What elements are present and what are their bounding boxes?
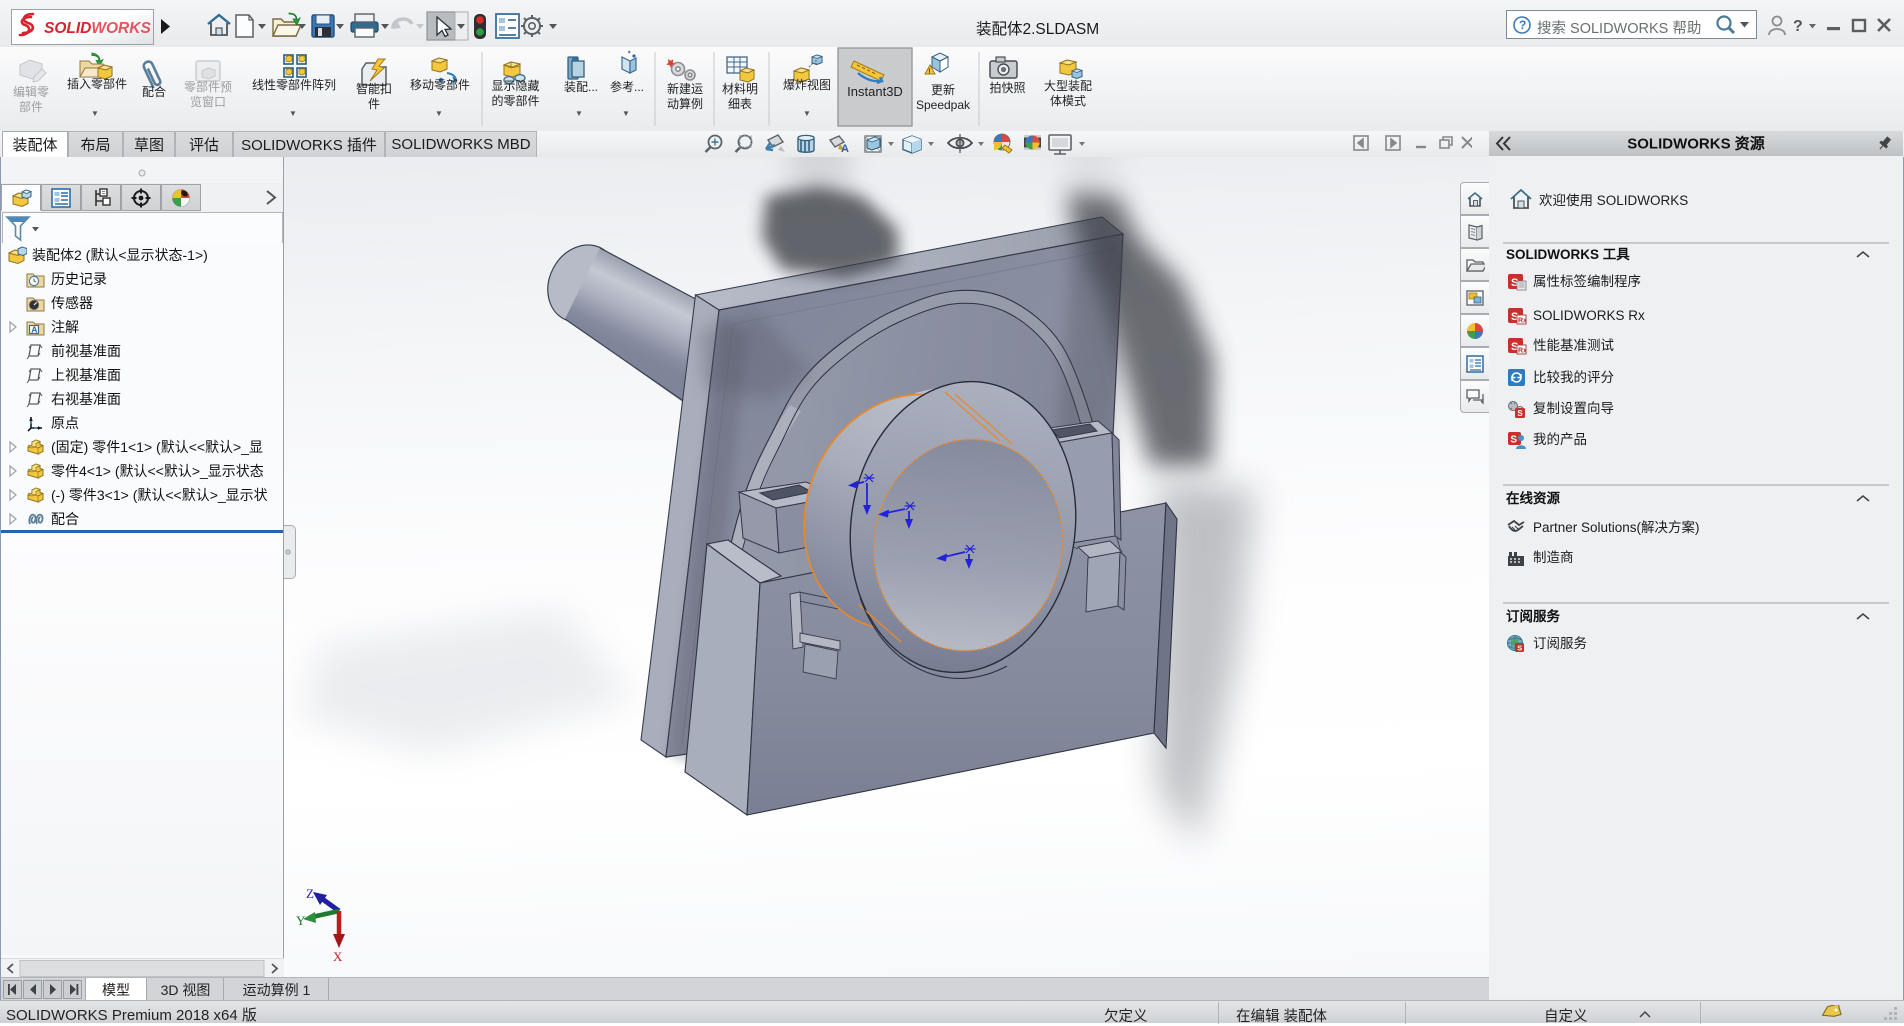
svg-text:X: X xyxy=(333,949,343,964)
svg-text:!: ! xyxy=(928,69,930,76)
svg-text:Partner Solutions(解决方案): Partner Solutions(解决方案) xyxy=(1533,519,1700,535)
svg-text:Rx: Rx xyxy=(1518,348,1527,355)
svg-text:Z: Z xyxy=(306,886,314,901)
svg-text:在线资源: 在线资源 xyxy=(1506,490,1560,506)
svg-text:比较我的评分: 比较我的评分 xyxy=(1533,370,1614,385)
svg-text:属性标签编制程序: 属性标签编制程序 xyxy=(1533,273,1641,289)
svg-text:?: ? xyxy=(1519,18,1526,32)
svg-text:SOLIDWORKS 资源: SOLIDWORKS 资源 xyxy=(1627,135,1765,153)
svg-text:A: A xyxy=(31,324,37,334)
svg-text:SOLIDWORKS: SOLIDWORKS xyxy=(44,20,151,37)
svg-text:A: A xyxy=(841,143,849,155)
svg-text:S: S xyxy=(1510,435,1517,446)
svg-text:S: S xyxy=(1517,643,1522,652)
svg-text:复制设置向导: 复制设置向导 xyxy=(1533,400,1614,416)
svg-text:订阅服务: 订阅服务 xyxy=(1533,636,1587,651)
svg-text:S: S xyxy=(1517,409,1523,418)
svg-text:欢迎使用 SOLIDWORKS: 欢迎使用 SOLIDWORKS xyxy=(1539,192,1688,208)
svg-text:Rx: Rx xyxy=(1518,318,1527,325)
svg-text:Y: Y xyxy=(296,913,306,928)
svg-text:?: ? xyxy=(1793,18,1803,35)
svg-text:SOLIDWORKS 工具: SOLIDWORKS 工具 xyxy=(1506,247,1630,262)
svg-text:制造商: 制造商 xyxy=(1533,550,1574,565)
svg-text:订阅服务: 订阅服务 xyxy=(1506,608,1560,624)
svg-text:SOLIDWORKS Rx: SOLIDWORKS Rx xyxy=(1533,308,1645,323)
svg-text:性能基准测试: 性能基准测试 xyxy=(1533,337,1614,353)
svg-text:我的产品: 我的产品 xyxy=(1533,432,1587,447)
